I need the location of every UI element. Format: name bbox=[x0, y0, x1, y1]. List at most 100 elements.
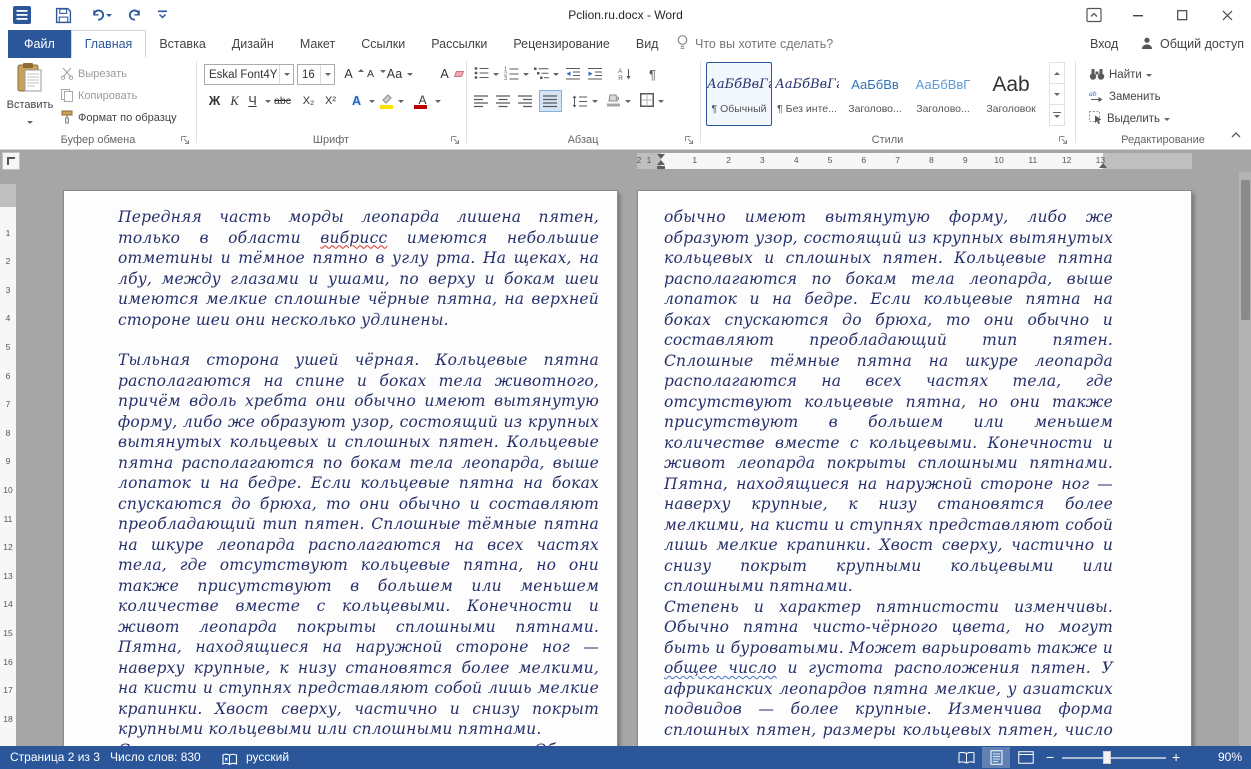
document-paragraph[interactable]: Передняя часть морды леопарда лишена пят… bbox=[118, 207, 599, 330]
share-button[interactable]: Общий доступ bbox=[1140, 30, 1244, 58]
maximize-button[interactable] bbox=[1160, 0, 1204, 30]
borders-button[interactable] bbox=[640, 91, 664, 111]
vertical-scrollbar[interactable] bbox=[1239, 172, 1251, 746]
grow-font-button[interactable]: А bbox=[340, 64, 364, 84]
underline-button[interactable]: Ч bbox=[244, 91, 271, 111]
clear-formatting-button[interactable]: А bbox=[436, 64, 463, 84]
zoom-out-button[interactable]: − bbox=[1046, 746, 1054, 769]
zoom-in-button[interactable]: + bbox=[1172, 746, 1180, 769]
hanging-indent-marker[interactable] bbox=[657, 160, 665, 165]
zoom-slider-thumb[interactable] bbox=[1103, 751, 1111, 764]
font-size-dropdown[interactable] bbox=[320, 65, 334, 84]
paste-dropdown-caret[interactable] bbox=[27, 121, 33, 124]
strikethrough-button[interactable]: abc bbox=[274, 91, 291, 111]
shrink-font-button[interactable]: А bbox=[362, 64, 386, 84]
format-painter-button[interactable]: Формат по образцу bbox=[60, 108, 177, 128]
sort-button[interactable]: АЯ bbox=[618, 64, 633, 84]
subscript-button[interactable]: X₂ bbox=[300, 91, 317, 111]
tab-layout[interactable]: Макет bbox=[287, 30, 348, 58]
clipboard-dialog-launcher[interactable] bbox=[180, 133, 192, 145]
page-2-text[interactable]: Передняя часть морды леопарда лишена пят… bbox=[64, 191, 617, 746]
select-dropdown[interactable] bbox=[1164, 118, 1170, 121]
italic-button[interactable]: К bbox=[226, 91, 243, 111]
tab-insert[interactable]: Вставка bbox=[146, 30, 218, 58]
document-paragraph[interactable]: Степень и характер пятнистости изменчивы… bbox=[664, 597, 1113, 747]
multilevel-list-button[interactable] bbox=[534, 64, 559, 84]
close-button[interactable] bbox=[1204, 0, 1251, 30]
document-page-2[interactable]: Передняя часть морды леопарда лишена пят… bbox=[63, 190, 618, 746]
select-button[interactable]: Выделить bbox=[1089, 109, 1170, 129]
font-color-button[interactable]: А bbox=[414, 91, 441, 111]
horizontal-ruler[interactable]: 21 12345678910111213 bbox=[637, 153, 1192, 169]
paragraph-dialog-launcher[interactable] bbox=[684, 133, 696, 145]
line-spacing-button[interactable] bbox=[572, 91, 598, 111]
text-highlight-button[interactable] bbox=[380, 91, 404, 111]
tell-me-search[interactable]: Что вы хотите сделать? bbox=[676, 30, 833, 58]
web-layout-button[interactable] bbox=[1012, 747, 1040, 768]
document-paragraph[interactable]: Тыльная сторона ушей чёрная. Кольцевые п… bbox=[118, 350, 599, 740]
paste-button[interactable]: Вставить bbox=[6, 62, 54, 128]
collapse-ribbon-button[interactable] bbox=[1230, 126, 1242, 144]
style-no-spacing[interactable]: АаБбВвГг, ¶ Без инте... bbox=[774, 62, 840, 126]
proofing-status-icon[interactable] bbox=[222, 751, 238, 769]
tab-review[interactable]: Рецензирование bbox=[500, 30, 623, 58]
style-normal[interactable]: АаБбВвГг, ¶ Обычный bbox=[706, 62, 772, 126]
left-indent-marker[interactable] bbox=[657, 166, 665, 170]
bullets-button[interactable] bbox=[474, 64, 499, 84]
font-color-dropdown[interactable] bbox=[435, 100, 441, 103]
styles-scroll-down[interactable] bbox=[1050, 84, 1064, 105]
ribbon-display-options-button[interactable] bbox=[1072, 0, 1116, 30]
tab-file[interactable]: Файл bbox=[8, 30, 71, 58]
minimize-button[interactable] bbox=[1116, 0, 1160, 30]
font-dialog-launcher[interactable] bbox=[450, 133, 462, 145]
document-page-3[interactable]: обычно имеют вытянутую форму, либо же об… bbox=[637, 190, 1192, 746]
first-line-indent-marker[interactable] bbox=[657, 154, 665, 159]
page-3-text[interactable]: обычно имеют вытянутую форму, либо же об… bbox=[638, 191, 1191, 746]
styles-gallery-expand[interactable] bbox=[1050, 105, 1064, 126]
word-count[interactable]: Число слов: 830 bbox=[110, 746, 201, 769]
document-canvas[interactable]: 123456789101112131415161718 Передняя час… bbox=[0, 172, 1251, 746]
vertical-ruler[interactable]: 123456789101112131415161718 bbox=[0, 184, 16, 746]
change-case-button[interactable]: Аа bbox=[386, 64, 413, 84]
align-center-button[interactable] bbox=[496, 91, 511, 111]
highlight-dropdown[interactable] bbox=[398, 100, 404, 103]
superscript-button[interactable]: X² bbox=[322, 91, 339, 111]
numbering-button[interactable]: 123 bbox=[504, 64, 529, 84]
bold-button[interactable]: Ж bbox=[206, 91, 223, 111]
right-indent-marker[interactable] bbox=[1099, 163, 1107, 168]
align-left-button[interactable] bbox=[474, 91, 489, 111]
print-layout-button[interactable] bbox=[982, 747, 1010, 768]
zoom-slider-track[interactable] bbox=[1062, 757, 1166, 759]
tab-stop-selector[interactable] bbox=[2, 152, 20, 170]
zoom-level[interactable]: 90% bbox=[1200, 746, 1242, 769]
tab-view[interactable]: Вид bbox=[623, 30, 672, 58]
increase-indent-button[interactable] bbox=[588, 64, 603, 84]
font-size-combobox[interactable]: 16 bbox=[297, 64, 335, 85]
underline-dropdown[interactable] bbox=[265, 100, 271, 103]
tab-mailings[interactable]: Рассылки bbox=[418, 30, 500, 58]
find-dropdown[interactable] bbox=[1146, 74, 1152, 77]
justify-button[interactable] bbox=[540, 91, 561, 111]
text-effects-button[interactable]: А bbox=[348, 91, 375, 111]
align-right-button[interactable] bbox=[518, 91, 533, 111]
style-title[interactable]: Аab Заголовок bbox=[978, 62, 1044, 126]
document-paragraph[interactable]: обычно имеют вытянутую форму, либо же об… bbox=[664, 207, 1113, 597]
style-heading-2[interactable]: АаБбВвГ Заголово... bbox=[910, 62, 976, 126]
show-paragraph-marks-button[interactable]: ¶ bbox=[644, 64, 661, 84]
replace-button[interactable]: ab Заменить bbox=[1089, 87, 1161, 107]
tab-home[interactable]: Главная bbox=[71, 30, 147, 58]
shading-button[interactable] bbox=[606, 91, 631, 111]
language-indicator[interactable]: русский bbox=[246, 746, 289, 769]
decrease-indent-button[interactable] bbox=[566, 64, 581, 84]
styles-scroll-up[interactable] bbox=[1050, 63, 1064, 84]
tab-references[interactable]: Ссылки bbox=[348, 30, 418, 58]
font-name-combobox[interactable]: Eskal Font4Y bbox=[204, 64, 294, 85]
styles-dialog-launcher[interactable] bbox=[1058, 133, 1070, 145]
copy-button[interactable]: Копировать bbox=[60, 86, 137, 106]
read-mode-button[interactable] bbox=[952, 747, 980, 768]
scrollbar-thumb[interactable] bbox=[1241, 180, 1250, 320]
tab-design[interactable]: Дизайн bbox=[219, 30, 287, 58]
page-indicator[interactable]: Страница 2 из 3 bbox=[10, 746, 100, 769]
sign-in-button[interactable]: Вход bbox=[1090, 30, 1118, 58]
style-heading-1[interactable]: АаБбВв Заголово... bbox=[842, 62, 908, 126]
